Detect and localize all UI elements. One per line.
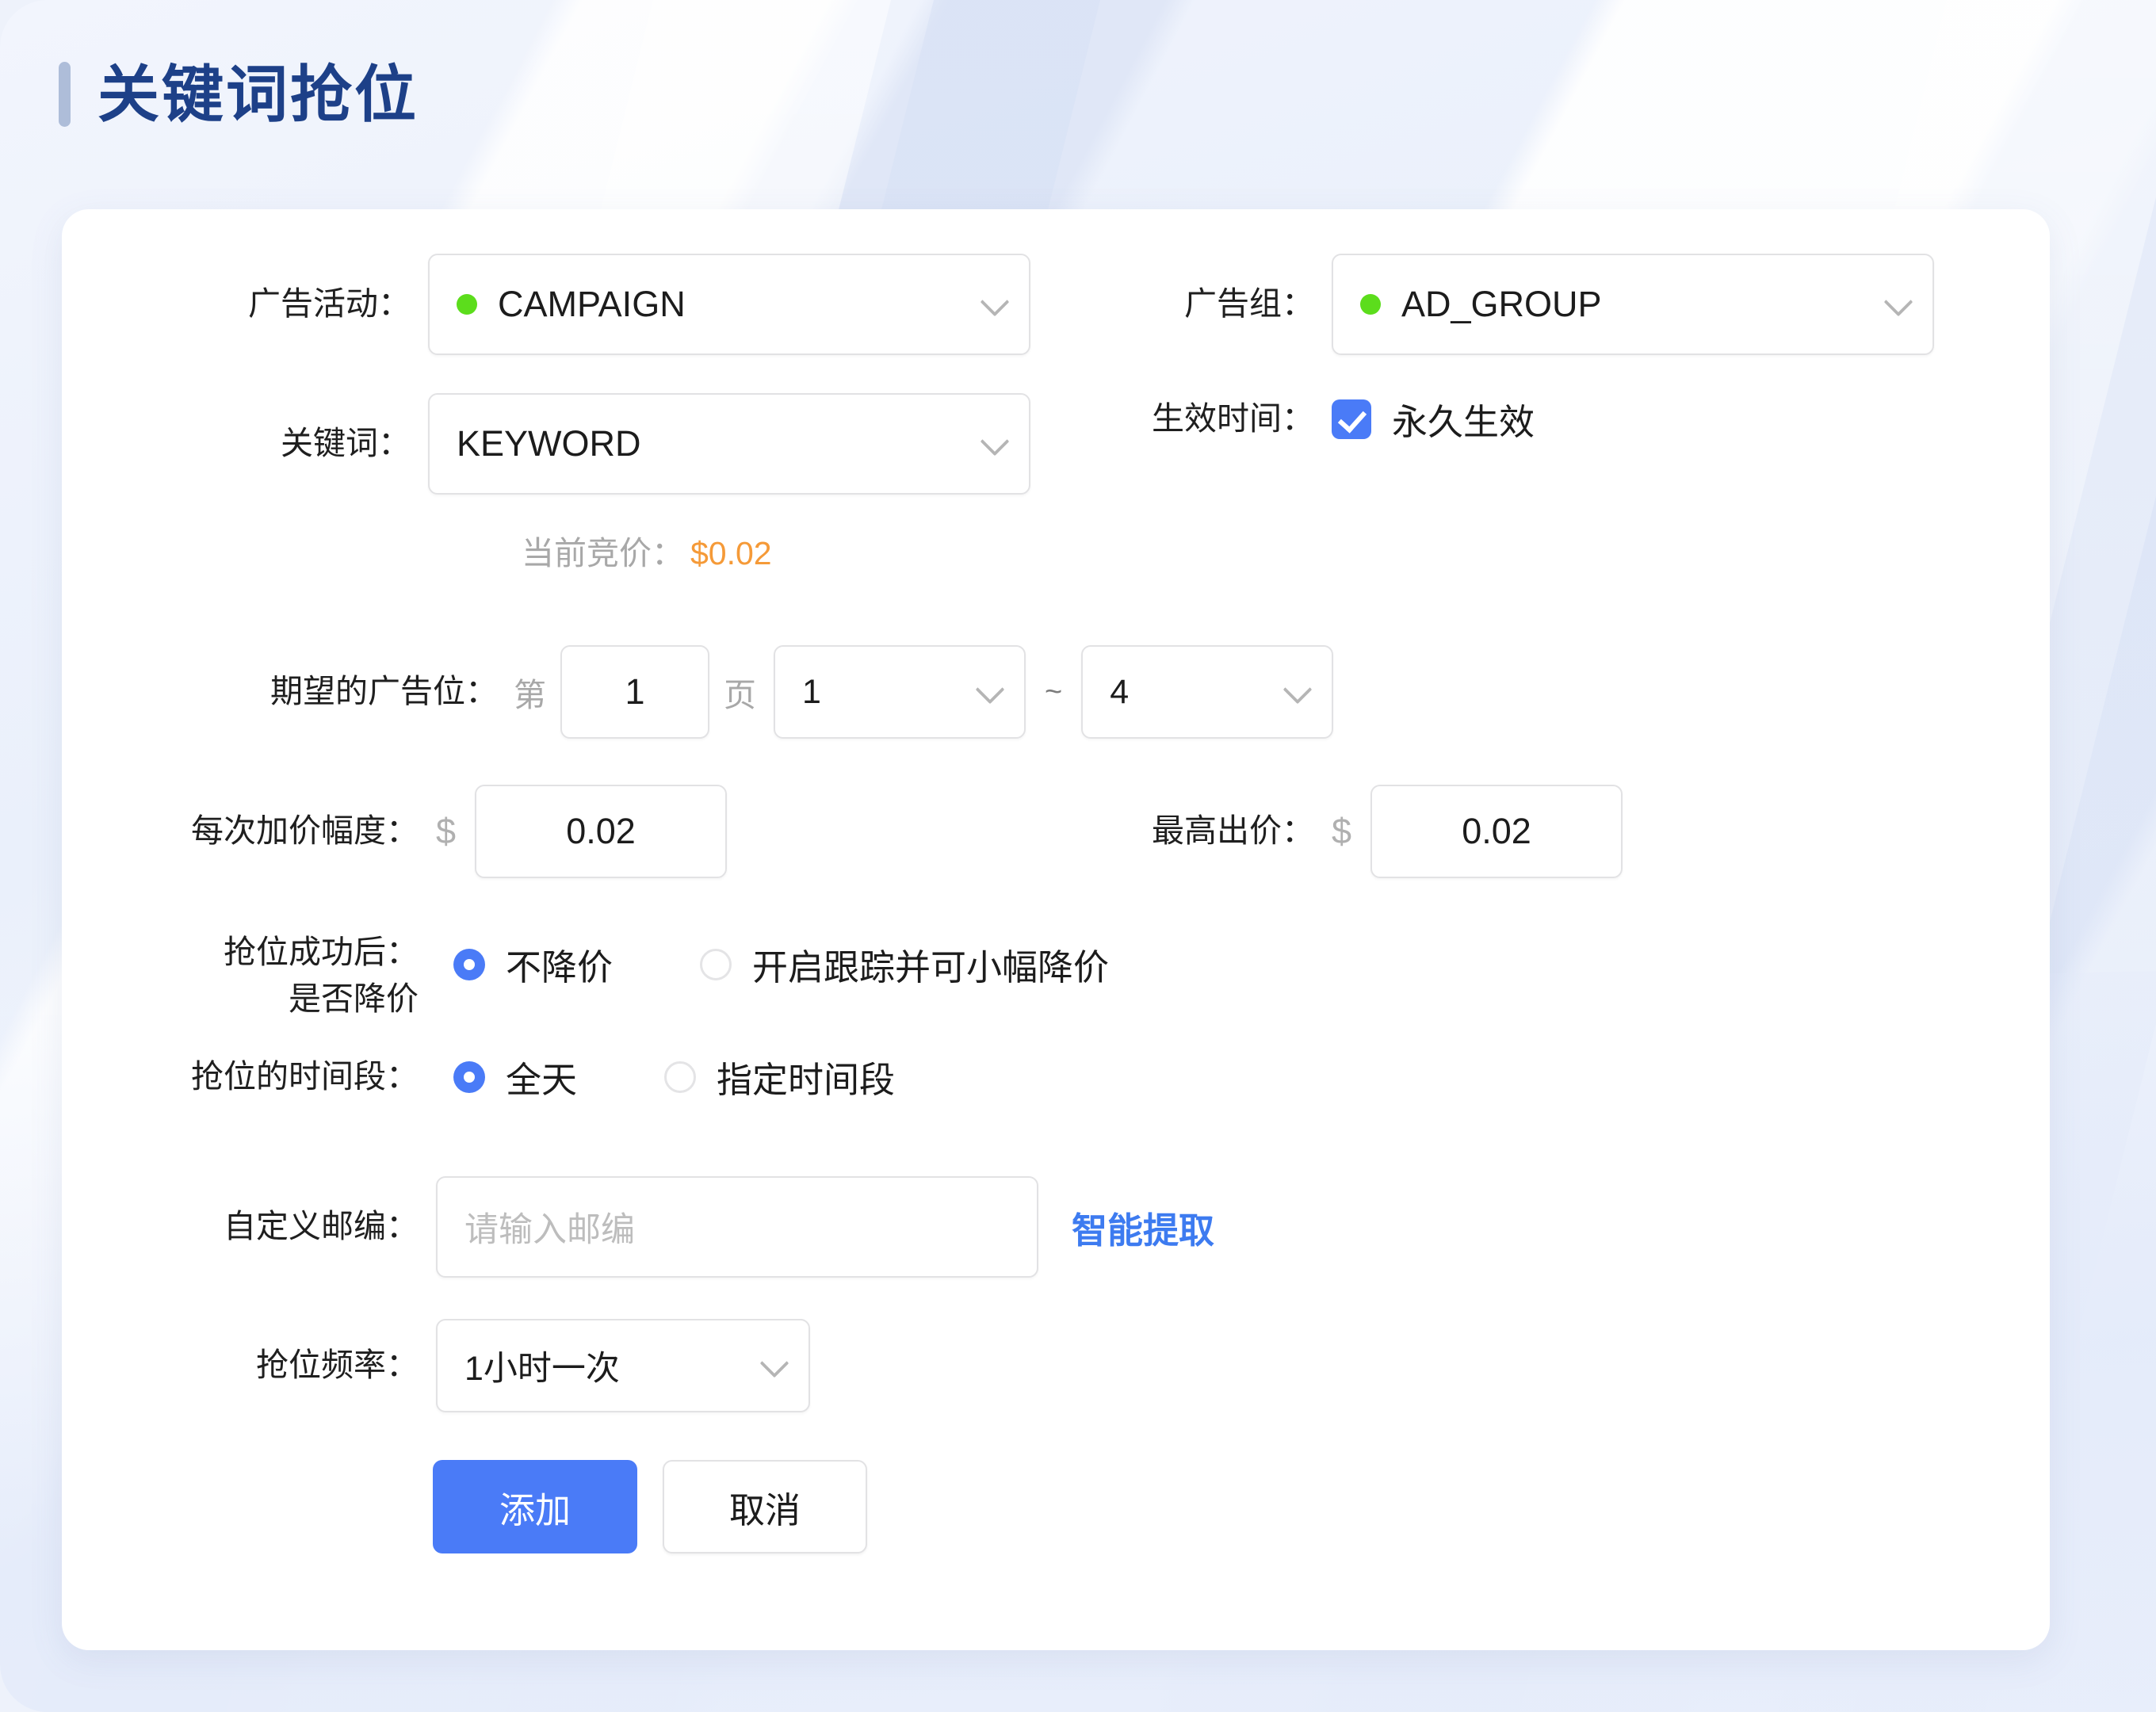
ad-group-select[interactable]: AD_GROUP	[1332, 254, 1934, 355]
campaign-select[interactable]: CAMPAIGN	[428, 254, 1030, 355]
time-range-option-custom[interactable]: 指定时间段	[664, 1051, 895, 1102]
field-campaign: 广告活动： CAMPAIGN	[157, 254, 1030, 355]
current-bid-value: $0.02	[690, 535, 772, 571]
page-suffix-label: 页	[724, 677, 756, 713]
form-card: 广告活动： CAMPAIGN 广告组： AD_GROUP 关键词： KEYWOR…	[62, 209, 2050, 1650]
field-frequency: 抢位频率： 1小时一次	[157, 1319, 810, 1412]
page-number-value: 1	[625, 671, 645, 712]
radio-unselected-icon[interactable]	[700, 948, 732, 980]
after-win-label-line2: 是否降价	[289, 980, 419, 1018]
chevron-down-icon	[759, 1348, 789, 1378]
bid-increment-input[interactable]: 0.02	[475, 785, 728, 878]
permanent-checkbox-label: 永久生效	[1392, 402, 1535, 442]
campaign-value: CAMPAIGN	[498, 284, 686, 324]
bid-increment-label: 每次加价幅度：	[191, 812, 419, 850]
custom-zip-placeholder: 请输入邮编	[464, 1211, 635, 1249]
chevron-down-icon	[1283, 674, 1313, 705]
rank-from-select[interactable]: 1	[774, 645, 1026, 739]
green-status-dot	[457, 294, 477, 315]
effective-time-label: 生效时间：	[1152, 399, 1314, 437]
page-number-input[interactable]: 1	[560, 645, 709, 739]
form-actions: 添加 取消	[433, 1460, 867, 1553]
radio-selected-icon[interactable]	[453, 948, 485, 980]
max-bid-input[interactable]: 0.02	[1370, 785, 1623, 878]
after-win-option-track-reduce[interactable]: 开启跟踪并可小幅降价	[700, 938, 1109, 990]
ad-group-label: 广告组：	[1184, 285, 1314, 323]
range-separator: ~	[1045, 674, 1063, 709]
permanent-checkbox[interactable]	[1332, 399, 1371, 439]
ad-group-value: AD_GROUP	[1401, 284, 1602, 324]
field-bid-increment: 每次加价幅度： $ 0.02	[157, 785, 728, 878]
max-bid-label: 最高出价：	[1152, 812, 1314, 850]
frequency-label: 抢位频率：	[256, 1347, 419, 1384]
title-accent-bar	[59, 62, 71, 127]
page-title: 关键词抢位	[97, 59, 419, 129]
radio-unselected-icon[interactable]	[664, 1060, 697, 1093]
after-win-option-label: 不降价	[506, 947, 614, 988]
max-bid-value: 0.02	[1462, 811, 1531, 851]
currency-symbol: $	[436, 811, 457, 851]
smart-extract-link[interactable]: 智能提取	[1072, 1202, 1214, 1253]
rank-from-value: 1	[802, 672, 821, 711]
campaign-label: 广告活动：	[248, 285, 411, 323]
keyword-value: KEYWORD	[457, 423, 641, 464]
field-custom-zip: 自定义邮编： 请输入邮编 智能提取	[157, 1176, 1214, 1278]
page-header: 关键词抢位	[59, 62, 419, 127]
rank-to-select[interactable]: 4	[1081, 645, 1334, 739]
field-max-bid: 最高出价： $ 0.02	[1084, 785, 1623, 878]
after-win-option-no-reduce[interactable]: 不降价	[453, 938, 613, 990]
currency-symbol: $	[1332, 811, 1352, 851]
bid-increment-value: 0.02	[566, 811, 636, 851]
time-range-label: 抢位的时间段：	[191, 1057, 419, 1095]
time-range-option-label: 全天	[506, 1060, 578, 1100]
time-range-option-label: 指定时间段	[717, 1060, 896, 1100]
field-keyword: 关键词： KEYWORD	[157, 393, 1030, 495]
rank-to-value: 4	[1110, 672, 1130, 711]
keyword-select[interactable]: KEYWORD	[428, 393, 1030, 495]
field-desired-slot: 期望的广告位： 第 1 页 1 ~ 4	[157, 645, 1334, 739]
add-button[interactable]: 添加	[433, 1460, 637, 1553]
current-bid-label: 当前竞价：	[522, 535, 684, 571]
chevron-down-icon	[975, 674, 1005, 705]
chevron-down-icon	[980, 426, 1010, 457]
field-ad-group: 广告组： AD_GROUP	[1084, 254, 1934, 355]
radio-selected-icon[interactable]	[453, 1060, 485, 1093]
time-range-option-all-day[interactable]: 全天	[453, 1051, 577, 1102]
chevron-down-icon	[980, 287, 1010, 317]
page-prefix-label: 第	[514, 677, 546, 713]
desired-slot-label: 期望的广告位：	[270, 673, 498, 710]
frequency-select[interactable]: 1小时一次	[436, 1319, 810, 1412]
custom-zip-input[interactable]: 请输入邮编	[436, 1176, 1038, 1278]
cancel-button[interactable]: 取消	[663, 1460, 867, 1553]
field-effective-time: 生效时间： 永久生效	[1084, 393, 1535, 445]
current-bid: 当前竞价： $0.02	[522, 526, 772, 574]
field-after-win: 抢位成功后： 是否降价 不降价 开启跟踪并可小幅降价	[157, 923, 1109, 1023]
after-win-label-line1: 抢位成功后：	[224, 934, 419, 970]
frequency-value: 1小时一次	[464, 1350, 620, 1388]
after-win-option-label: 开启跟踪并可小幅降价	[752, 947, 1110, 988]
green-status-dot	[1360, 294, 1381, 315]
field-time-range: 抢位的时间段： 全天 指定时间段	[157, 1051, 895, 1102]
keyword-label: 关键词：	[281, 425, 411, 462]
permanent-checkbox-wrap[interactable]: 永久生效	[1332, 393, 1535, 445]
chevron-down-icon	[1883, 287, 1913, 317]
custom-zip-label: 自定义邮编：	[224, 1208, 419, 1245]
